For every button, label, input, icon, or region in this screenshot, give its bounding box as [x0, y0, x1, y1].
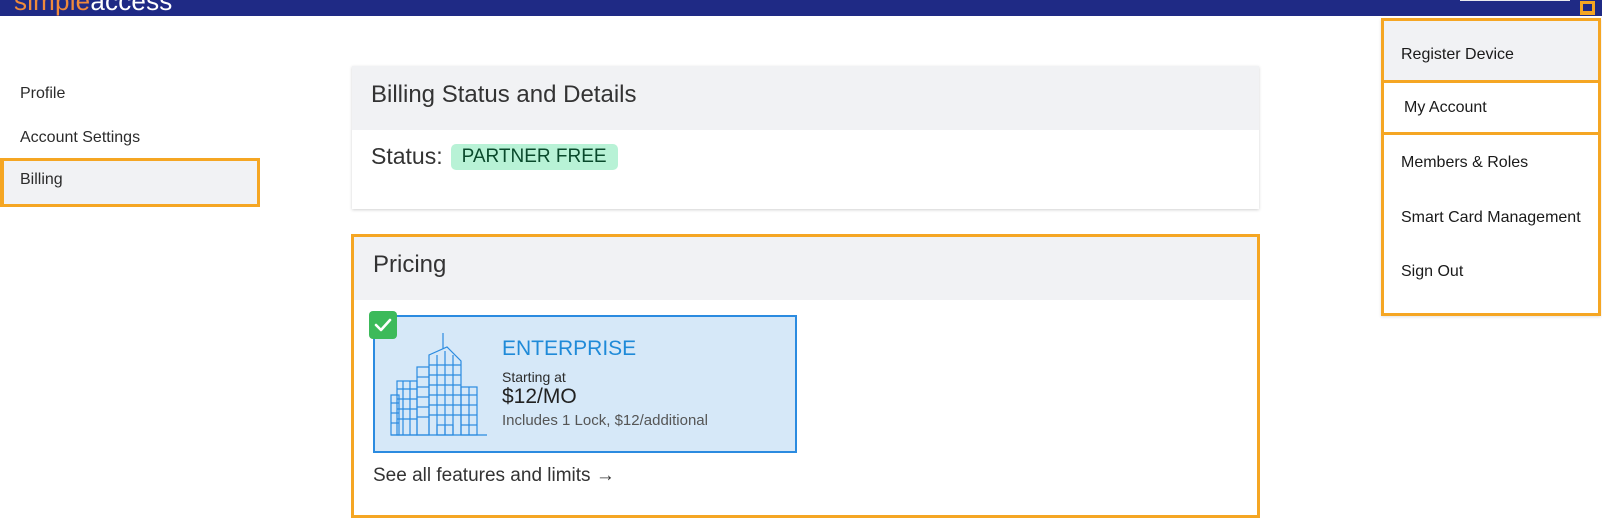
plan-card-enterprise[interactable]: ENTERPRISE Starting at $12/MO Includes 1…	[369, 311, 797, 453]
billing-status-row: Status: PARTNER FREE	[352, 130, 1259, 170]
pricing-card: Pricing ENTERPRISE Starting at $12/MO In…	[351, 234, 1260, 518]
plan-note: Includes 1 Lock, $12/additional	[502, 412, 708, 429]
status-badge: PARTNER FREE	[450, 143, 618, 170]
plan-name: ENTERPRISE	[502, 337, 637, 360]
menu-item-sign-out[interactable]: Sign Out	[1384, 247, 1598, 297]
sidebar-item-billing[interactable]: Billing	[0, 158, 260, 207]
billing-card-title: Billing Status and Details	[352, 66, 1259, 130]
pricing-card-title: Pricing	[354, 237, 1257, 300]
brand-logo[interactable]: simpleaccess	[14, 0, 172, 16]
menu-item-members-roles[interactable]: Members & Roles	[1384, 138, 1598, 188]
menu-item-my-account[interactable]: My Account	[1381, 80, 1601, 135]
sidebar-item-profile[interactable]: Profile	[0, 72, 262, 116]
sidebar-item-account-settings[interactable]: Account Settings	[0, 116, 262, 160]
plan-subtitle: Starting at	[502, 369, 566, 385]
brand-logo-part1: simple	[14, 0, 91, 16]
menu-item-register-device[interactable]: Register Device	[1384, 21, 1598, 80]
account-menu-toggle[interactable]	[1580, 1, 1595, 15]
office-building-icon	[390, 333, 487, 436]
billing-status-card: Billing Status and Details Status: PARTN…	[352, 66, 1259, 209]
menu-item-smart-card-management[interactable]: Smart Card Management	[1384, 193, 1598, 243]
topbar-divider	[1460, 0, 1570, 1]
plan-price: $12/MO	[502, 385, 577, 408]
see-all-features-link[interactable]: See all features and limits →	[373, 465, 615, 487]
brand-logo-part2: access	[90, 0, 173, 16]
status-label: Status:	[371, 143, 443, 169]
account-dropdown-menu: Register Device My Account Members & Rol…	[1381, 18, 1601, 316]
top-nav-bar: simpleaccess	[0, 0, 1602, 16]
